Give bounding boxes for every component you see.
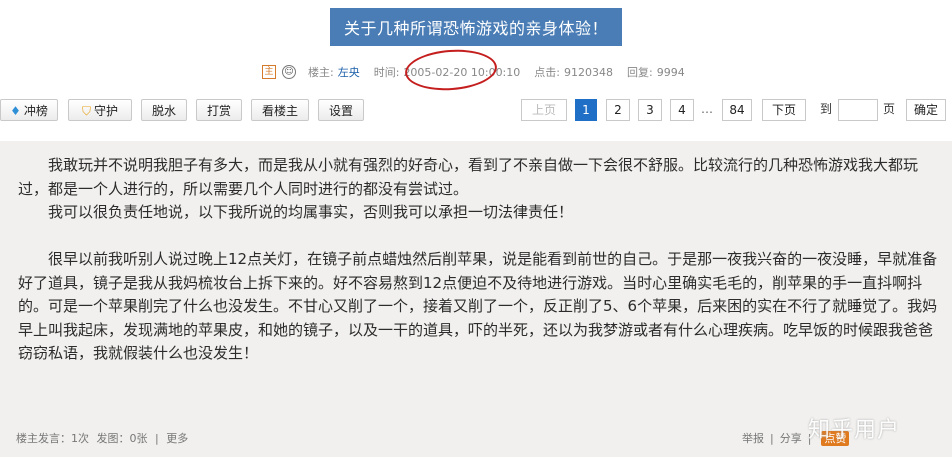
guard-label: 守护 [94, 104, 119, 118]
smile-icon[interactable]: ☺ [282, 65, 296, 79]
page-ellipsis: … [701, 102, 713, 116]
watermark: 知乎用户 [808, 418, 901, 443]
toolbar: ♦ 冲榜 ⛉ 守护 脱水 打赏 看楼主 设置 上页 1 2 3 4 … 84 下页 … [0, 99, 952, 127]
page-2[interactable]: 2 [606, 99, 630, 121]
settings-button[interactable]: 设置 [318, 99, 364, 121]
share-link[interactable]: 分享 [780, 430, 802, 446]
page-3[interactable]: 3 [638, 99, 662, 121]
goto-label: 到 [820, 102, 833, 116]
dewater-button[interactable]: 脱水 [141, 99, 187, 121]
confirm-button[interactable]: 确定 [906, 99, 946, 121]
title-bar: 关于几种所谓恐怖游戏的亲身体验！ [0, 8, 952, 46]
clicks-label: 点击: [534, 66, 560, 79]
rank-label: 冲榜 [23, 104, 48, 118]
guard-button[interactable]: ⛉ 守护 [68, 99, 132, 121]
rank-button[interactable]: ♦ 冲榜 [0, 99, 58, 121]
post-stats: 楼主发言：1次 发图：0张 | 更多 [16, 430, 192, 446]
view-host-button[interactable]: 看楼主 [251, 99, 309, 121]
clicks-value: 9120348 [563, 65, 613, 79]
author-link[interactable]: 左央 [338, 64, 360, 80]
replies-label: 回复: [626, 66, 653, 79]
shield-icon: ⛉ [81, 104, 91, 118]
page-last[interactable]: 84 [722, 99, 752, 121]
host-label: 楼主: [308, 66, 334, 79]
page-unit-label: 页 [883, 102, 896, 116]
paragraph-3: 很早以前我听别人说过晚上12点关灯，在镜子前点蜡烛然后削苹果，说是能看到前世的自… [18, 250, 938, 362]
time-label: 时间: [373, 66, 400, 79]
post-content: 我敢玩并不说明我胆子有多大，而是我从小就有强烈的好奇心，看到了不亲自做一下会很不… [0, 141, 952, 421]
host-badge-icon: 主 [262, 65, 276, 79]
page-1[interactable]: 1 [575, 99, 597, 121]
annotation-circle [403, 46, 499, 94]
page-number-input[interactable] [838, 99, 878, 121]
replies-value: 9994 [656, 65, 685, 79]
prev-page-button[interactable]: 上页 [521, 99, 567, 121]
next-page-button[interactable]: 下页 [762, 99, 806, 121]
report-link[interactable]: 举报 [742, 430, 764, 446]
diamond-icon: ♦ [10, 104, 21, 118]
host-posts-count: 楼主发言：1次 [16, 432, 89, 445]
actions-separator: | [770, 431, 774, 445]
images-count: 发图：0张 [96, 432, 148, 445]
paragraph-2: 我可以很负责任地说，以下我所说的均属事实，否则我可以承担一切法律责任！ [48, 203, 574, 221]
footer-separator: | [155, 432, 159, 445]
tip-button[interactable]: 打赏 [196, 99, 242, 121]
post-title: 关于几种所谓恐怖游戏的亲身体验！ [329, 8, 622, 46]
page-4[interactable]: 4 [670, 99, 694, 121]
more-link[interactable]: 更多 [166, 432, 188, 445]
paragraph-1: 我敢玩并不说明我胆子有多大，而是我从小就有强烈的好奇心，看到了不亲自做一下会很不… [18, 156, 919, 198]
